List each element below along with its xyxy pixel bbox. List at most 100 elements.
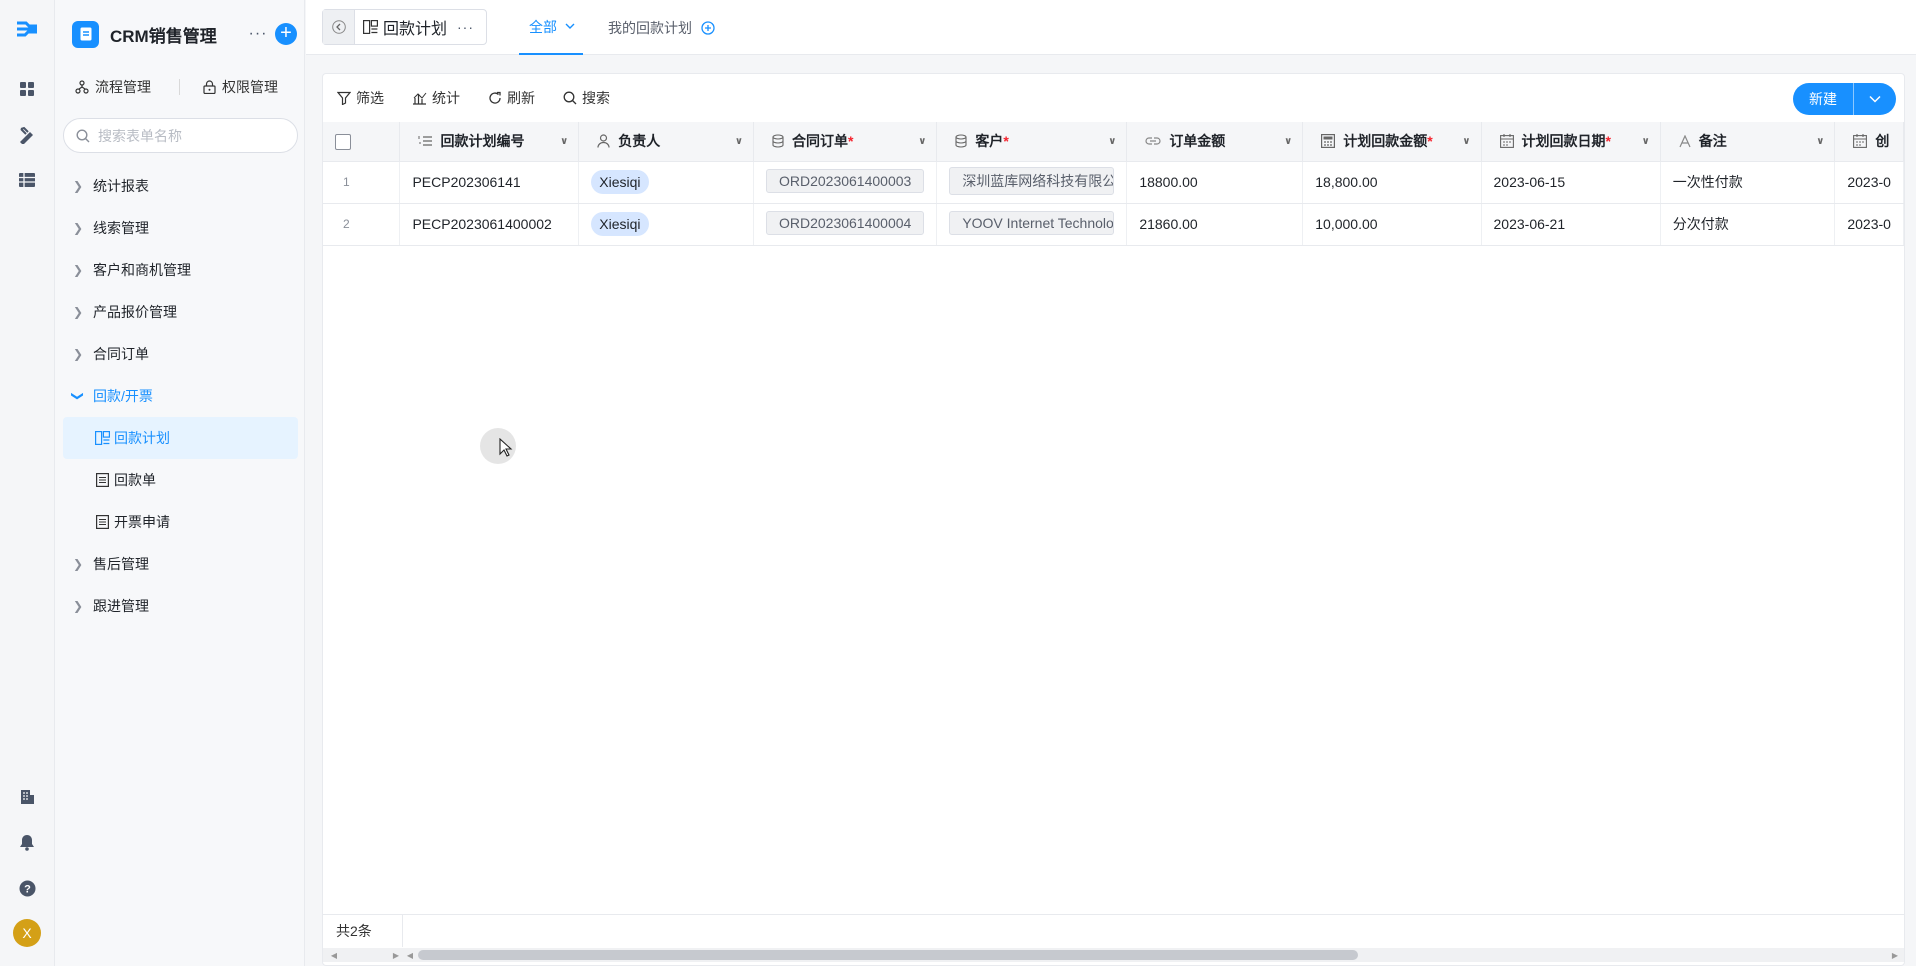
cell-customer[interactable]: YOOV Internet Technology xyxy=(936,203,1128,246)
app-add-button[interactable]: + xyxy=(275,23,297,45)
chevron-down-icon[interactable]: ∨ xyxy=(560,136,568,147)
cell-created[interactable]: 2023-0 xyxy=(1834,161,1904,204)
column-header-plan-amount[interactable]: 计划回款金额* ∨ xyxy=(1302,122,1482,162)
search-label: 搜索 xyxy=(582,90,610,106)
column-header-order-amount[interactable]: 订单金额 ∨ xyxy=(1126,122,1304,162)
nav-item-customers[interactable]: ❯ 客户和商机管理 xyxy=(63,249,298,291)
workflow-label: 流程管理 xyxy=(95,79,151,95)
cell-plan-date[interactable]: 2023-06-21 xyxy=(1481,203,1661,246)
table-row[interactable]: 1 PECP202306141 Xiesiqi ORD2023061400003… xyxy=(323,161,1904,204)
column-header-code[interactable]: 回款计划编号 ∨ xyxy=(399,122,580,162)
cell-customer[interactable]: 深圳蓝库网络科技有限公司 xyxy=(936,161,1128,204)
chevron-down-icon[interactable]: ∨ xyxy=(1642,136,1650,147)
chevron-down-icon xyxy=(1869,95,1881,103)
cell-order[interactable]: ORD2023061400004 xyxy=(753,203,938,246)
new-record-button[interactable]: 新建 xyxy=(1793,83,1854,115)
select-all-checkbox[interactable] xyxy=(335,133,351,150)
new-record-dropdown[interactable] xyxy=(1854,83,1896,115)
horizontal-scrollbar[interactable]: ◀ ▶ ◀ ▶ xyxy=(323,948,1904,962)
cell-plan-amount[interactable]: 18,800.00 xyxy=(1302,161,1482,204)
nav-item-products[interactable]: ❯ 产品报价管理 xyxy=(63,291,298,333)
nav-sub-label: 开票申请 xyxy=(114,514,170,530)
design-tools-icon[interactable] xyxy=(14,122,40,148)
nav-item-after-sales[interactable]: ❯ 售后管理 xyxy=(63,543,298,585)
cell-created[interactable]: 2023-0 xyxy=(1834,203,1904,246)
column-label: 创 xyxy=(1875,133,1890,150)
cell-code[interactable]: PECP2023061400002 xyxy=(399,203,580,246)
nav-item-contracts[interactable]: ❯ 合同订单 xyxy=(63,333,298,375)
scroll-right-arrow-icon[interactable]: ▶ xyxy=(1888,948,1902,962)
table-footer: 共2条 xyxy=(323,914,1904,947)
chevron-down-icon[interactable]: ∨ xyxy=(1462,136,1470,147)
form-search-input[interactable] xyxy=(98,127,278,144)
table-row[interactable]: 2 PECP2023061400002 Xiesiqi ORD202306140… xyxy=(323,203,1904,246)
customer-ref-chip[interactable]: YOOV Internet Technology xyxy=(949,210,1115,235)
cell-plan-date[interactable]: 2023-06-15 xyxy=(1481,161,1661,204)
nav-item-follow-up[interactable]: ❯ 跟进管理 xyxy=(63,585,298,627)
cell-owner[interactable]: Xiesiqi xyxy=(578,161,754,204)
back-button[interactable] xyxy=(323,10,355,44)
bell-icon[interactable] xyxy=(14,829,40,855)
column-header-contract-order[interactable]: 合同订单* ∨ xyxy=(753,122,938,162)
required-mark: * xyxy=(1605,133,1611,150)
cell-note[interactable]: 分次付款 xyxy=(1660,203,1836,246)
filter-button[interactable]: 筛选 xyxy=(337,88,384,108)
column-header-created[interactable]: 创 xyxy=(1834,122,1904,162)
column-header-owner[interactable]: 负责人 ∨ xyxy=(578,122,754,162)
cell-code[interactable]: PECP202306141 xyxy=(399,161,580,204)
chevron-down-icon[interactable]: ∨ xyxy=(918,136,926,147)
customer-ref-chip[interactable]: 深圳蓝库网络科技有限公司 xyxy=(949,166,1115,195)
column-header-customer[interactable]: 客户* ∨ xyxy=(936,122,1128,162)
scroll-right-arrow-icon[interactable]: ▶ xyxy=(389,948,403,962)
column-header-note[interactable]: 备注 ∨ xyxy=(1660,122,1836,162)
nav-item-leads[interactable]: ❯ 线索管理 xyxy=(63,207,298,249)
cell-amount[interactable]: 21860.00 xyxy=(1126,203,1304,246)
table-list-icon[interactable] xyxy=(14,167,40,193)
add-view-button[interactable] xyxy=(701,0,715,55)
order-ref-chip[interactable]: ORD2023061400004 xyxy=(765,210,925,235)
calculator-icon xyxy=(1321,134,1336,149)
nav-item-stats-reports[interactable]: ❯ 统计报表 xyxy=(63,165,298,207)
chevron-down-icon[interactable]: ∨ xyxy=(1108,136,1116,147)
permissions-button[interactable]: 权限管理 xyxy=(203,77,278,97)
tab-all[interactable]: 全部 xyxy=(519,0,583,55)
dashboard-grid-icon[interactable] xyxy=(14,76,40,102)
chevron-down-icon[interactable]: ∨ xyxy=(1816,136,1824,147)
search-button[interactable]: 搜索 xyxy=(563,88,610,108)
owner-chip[interactable]: Xiesiqi xyxy=(591,212,649,236)
column-header-plan-date[interactable]: 计划回款日期* ∨ xyxy=(1481,122,1661,162)
cell-order[interactable]: ORD2023061400003 xyxy=(753,161,938,204)
cell-note[interactable]: 一次性付款 xyxy=(1660,161,1836,204)
tab-my-payment-plans[interactable]: 我的回款计划 xyxy=(608,0,692,55)
help-icon[interactable]: ? xyxy=(14,875,40,901)
nav-item-payments-invoices[interactable]: ❯ 回款/开票 xyxy=(63,375,298,417)
scroll-left-arrow-icon[interactable]: ◀ xyxy=(327,948,341,962)
top-bar: 回款计划 ··· 全部 我的回款计划 xyxy=(306,0,1916,55)
user-avatar[interactable]: X xyxy=(13,919,41,947)
table-header-row: 回款计划编号 ∨ 负责人 ∨ 合同订单* ∨ 客户* ∨ 订单金额 ∨ 计划回款… xyxy=(323,122,1904,162)
chevron-down-icon[interactable]: ∨ xyxy=(735,136,743,147)
lock-icon xyxy=(203,80,216,94)
app-logo-icon[interactable] xyxy=(14,16,40,42)
cell-plan-amount[interactable]: 10,000.00 xyxy=(1302,203,1482,246)
order-ref-chip[interactable]: ORD2023061400003 xyxy=(765,168,925,193)
workflow-button[interactable]: 流程管理 xyxy=(75,77,151,97)
nav-sub-payment-receipt[interactable]: 回款单 xyxy=(63,459,298,501)
add-circle-icon xyxy=(701,20,715,35)
building-icon[interactable] xyxy=(14,784,40,810)
cell-owner[interactable]: Xiesiqi xyxy=(578,203,754,246)
page-more-button[interactable]: ··· xyxy=(457,19,486,35)
cell-amount[interactable]: 18800.00 xyxy=(1126,161,1304,204)
refresh-button[interactable]: 刷新 xyxy=(488,88,535,108)
column-label: 计划回款日期 xyxy=(1521,133,1606,150)
text-icon xyxy=(1679,134,1691,147)
nav-sub-payment-plan[interactable]: 回款计划 xyxy=(63,417,298,459)
stats-button[interactable]: 统计 xyxy=(412,88,460,108)
nav-sub-invoice-request[interactable]: 开票申请 xyxy=(63,501,298,543)
scrollbar-thumb[interactable] xyxy=(418,950,1358,960)
link-icon xyxy=(1145,137,1161,145)
chevron-down-icon[interactable]: ∨ xyxy=(1284,136,1292,147)
scroll-left-arrow-icon[interactable]: ◀ xyxy=(403,948,417,962)
owner-chip[interactable]: Xiesiqi xyxy=(591,170,649,194)
app-more-button[interactable]: ··· xyxy=(247,25,269,43)
